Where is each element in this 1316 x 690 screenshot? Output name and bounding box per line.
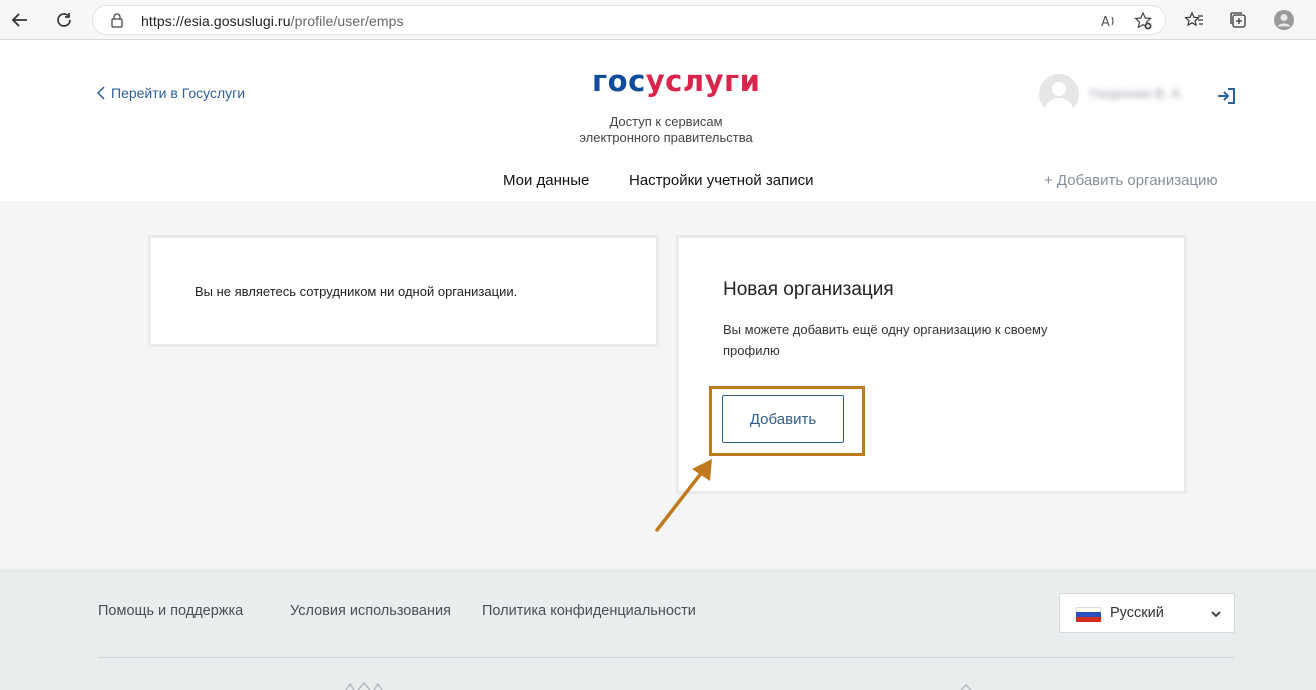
- logo-part-uslugi: услуги: [645, 64, 761, 98]
- add-organization-button[interactable]: Добавить: [722, 395, 844, 443]
- nav-my-data[interactable]: Мои данные: [503, 172, 589, 189]
- favorites-icon[interactable]: [1182, 8, 1206, 32]
- username[interactable]: Голдтенко В. А.: [1090, 86, 1183, 101]
- new-organization-title: Новая организация: [723, 279, 894, 300]
- footer-help-link[interactable]: Помощь и поддержка: [98, 603, 243, 619]
- add-favorite-icon[interactable]: [1133, 11, 1153, 31]
- svg-text:A: A: [1101, 15, 1110, 30]
- employment-card: Вы не являетесь сотрудником ни одной орг…: [148, 235, 659, 347]
- emblem-icon: [345, 682, 383, 690]
- read-aloud-icon[interactable]: A: [1099, 11, 1119, 31]
- small-emblem-icon: [960, 684, 972, 690]
- add-organization-link[interactable]: + Добавить организацию: [1044, 172, 1218, 189]
- tagline: Доступ к сервисам электронного правитель…: [566, 114, 766, 146]
- address-bar[interactable]: https://esia.gosuslugi.ru/profile/user/e…: [92, 5, 1166, 35]
- footer-terms-link[interactable]: Условия использования: [290, 603, 451, 619]
- chevron-left-icon: [97, 86, 105, 100]
- url-path: /profile/user/emps: [290, 13, 404, 29]
- language-label: Русский: [1110, 605, 1164, 621]
- url-text[interactable]: https://esia.gosuslugi.ru/profile/user/e…: [141, 13, 404, 29]
- profile-icon[interactable]: [1272, 8, 1296, 32]
- refresh-icon[interactable]: [52, 8, 76, 32]
- lock-icon[interactable]: [109, 12, 125, 28]
- gosuslugi-logo[interactable]: госуслуги: [592, 64, 760, 98]
- back-arrow-icon[interactable]: [8, 8, 32, 32]
- language-select[interactable]: Русский: [1059, 593, 1235, 633]
- pointer-arrow-icon: [655, 459, 712, 532]
- chevron-down-icon: [1211, 611, 1221, 618]
- russia-flag-icon: [1076, 607, 1101, 622]
- footer-privacy-link[interactable]: Политика конфиденциальности: [482, 603, 696, 619]
- back-link-label: Перейти в Госуслуги: [111, 85, 246, 101]
- avatar[interactable]: [1039, 74, 1079, 114]
- not-employee-message: Вы не являетесь сотрудником ни одной орг…: [195, 284, 518, 299]
- logout-icon[interactable]: [1216, 86, 1236, 106]
- url-host: https://esia.gosuslugi.ru: [141, 13, 291, 29]
- footer-divider: [98, 657, 1234, 658]
- browser-toolbar: https://esia.gosuslugi.ru/profile/user/e…: [0, 0, 1316, 40]
- back-to-gosuslugi-link[interactable]: Перейти в Госуслуги: [97, 85, 245, 101]
- tagline-line2: электронного правительства: [579, 130, 753, 145]
- new-organization-description: Вы можете добавить ещё одну организацию …: [723, 322, 1048, 358]
- collections-icon[interactable]: [1226, 8, 1250, 32]
- nav-account-settings[interactable]: Настройки учетной записи: [629, 172, 814, 189]
- tagline-line1: Доступ к сервисам: [609, 114, 723, 129]
- logo-part-gos: гос: [592, 64, 646, 98]
